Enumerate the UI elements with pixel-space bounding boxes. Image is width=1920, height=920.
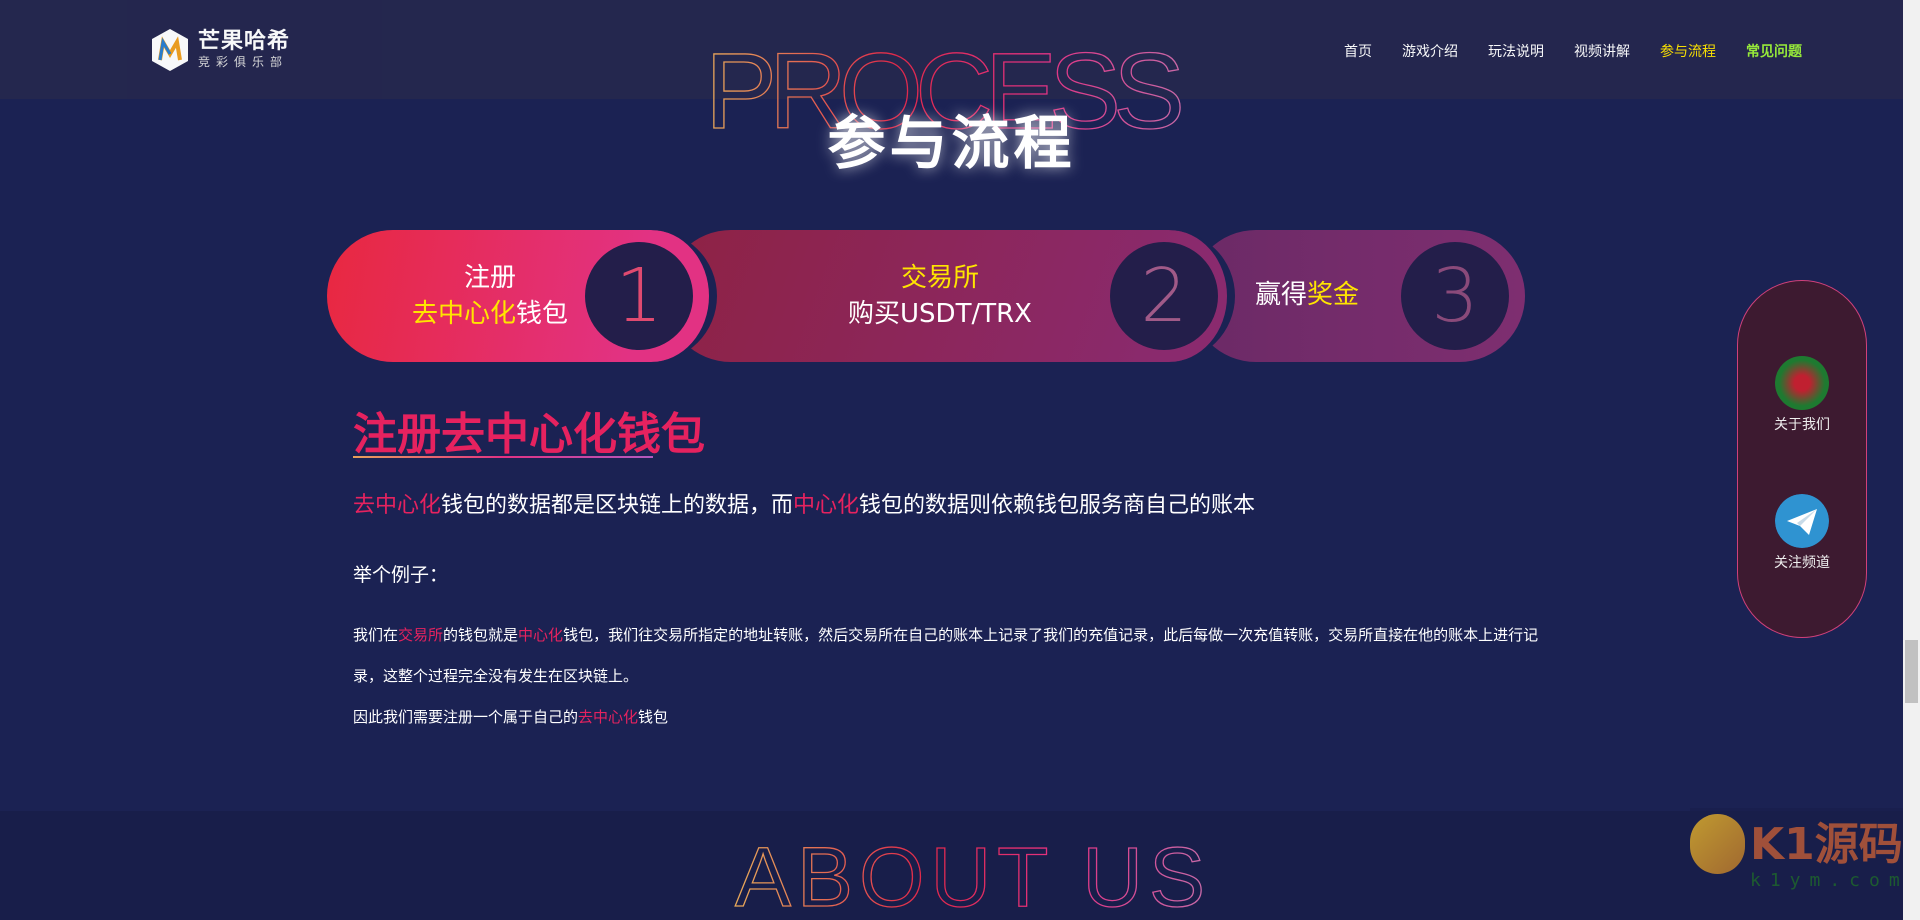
step-1-number: 1 [585,242,693,350]
example-label: 举个例子： [353,564,449,586]
step-3[interactable]: 赢得奖金 3 [1190,230,1525,362]
about-bg-text: ABOUT US [734,829,1205,915]
floating-side-panel: 关于我们 关注频道 [1737,280,1867,638]
step-3-text: 赢得 [1255,280,1308,310]
step-1[interactable]: 注册去中心化钱包 1 [327,230,717,362]
hl: 去中心化 [578,708,639,726]
text: 钱包的数据则依赖钱包服务商自己的账本 [859,493,1256,518]
logo[interactable]: 芒果哈希 竞彩俱乐部 [150,28,290,72]
hl: 去中心化 [353,493,442,518]
step-2-number: 2 [1110,242,1218,350]
svg-text:ABOUT US: ABOUT US [735,830,1205,915]
follow-channel-label: 关注频道 [1774,555,1830,571]
watermark-brand: K1源码 [1750,819,1903,870]
step-2[interactable]: 交易所购买USDT/TRX 2 [665,230,1235,362]
nav-games[interactable]: 游戏介绍 [1402,41,1458,61]
step-1-text: 注册 [464,263,517,293]
scrollbar-thumb[interactable] [1905,640,1918,703]
heading-underline [353,456,653,458]
watermark-url: k1ym.com [1750,870,1909,891]
text: 钱包 [638,708,669,726]
nav-home[interactable]: 首页 [1344,41,1372,61]
logo-title: 芒果哈希 [198,29,291,54]
hl: 中心化 [793,493,860,518]
nav-process[interactable]: 参与流程 [1660,41,1716,61]
main-nav: 首页 游戏介绍 玩法说明 视频讲解 参与流程 常见问题 [1344,41,1802,61]
step-3-highlight: 奖金 [1307,280,1360,310]
text: 钱包的数据都是区块链上的数据，而 [441,493,794,518]
nav-rules[interactable]: 玩法说明 [1488,41,1544,61]
step-2-text: 购买USDT/TRX [848,299,1032,329]
logo-subtitle: 竞彩俱乐部 [198,55,289,69]
step-3-number: 3 [1401,242,1509,350]
lead-paragraph: 去中心化钱包的数据都是区块链上的数据，而中心化钱包的数据则依赖钱包服务商自己的账… [353,487,1255,519]
text: 的钱包就是 [443,626,519,644]
example-paragraph: 我们在交易所的钱包就是中心化钱包，我们往交易所指定的地址转账，然后交易所在自己的… [353,615,1548,738]
step-2-highlight: 交易所 [900,263,979,293]
page-title: 参与流程 [827,109,1076,177]
scrollbar[interactable] [1903,0,1920,920]
logo-icon [152,29,188,71]
follow-channel-link[interactable]: 关注频道 [1774,494,1830,572]
watermark-logo-icon [1690,814,1745,874]
step-1-highlight: 去中心化 [412,299,517,329]
nav-video[interactable]: 视频讲解 [1574,41,1630,61]
hl: 中心化 [518,626,564,644]
hl: 交易所 [398,626,444,644]
about-us-label: 关于我们 [1774,417,1830,433]
telegram-icon [1775,494,1829,548]
text: 因此我们需要注册一个属于自己的 [353,708,579,726]
watermark: K1源码 k1ym.com [1690,808,1903,920]
section-heading: 注册去中心化钱包 [353,409,705,460]
casino-icon [1775,356,1829,410]
step-1-text2: 钱包 [516,299,569,329]
nav-faq[interactable]: 常见问题 [1746,41,1802,61]
text: 我们在 [353,626,399,644]
about-us-link[interactable]: 关于我们 [1774,356,1830,434]
